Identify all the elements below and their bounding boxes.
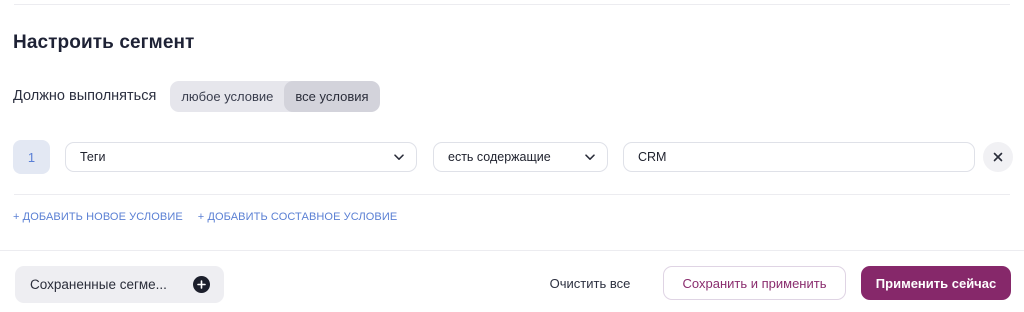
add-condition-links: + ДОБАВИТЬ НОВОЕ УСЛОВИЕ + ДОБАВИТЬ СОСТ…	[13, 211, 397, 223]
chevron-down-icon	[585, 152, 595, 162]
rule-number-badge: 1	[13, 140, 50, 174]
rule-operator-select[interactable]: есть содержащие	[433, 142, 608, 172]
close-icon	[993, 152, 1003, 162]
chevron-down-icon	[394, 152, 404, 162]
toggle-all-conditions[interactable]: все условия	[284, 80, 380, 112]
condition-mode-row: Должно выполняться любое условие все усл…	[13, 80, 380, 112]
toggle-any-condition[interactable]: любое условие	[170, 81, 284, 112]
rule-field-select[interactable]: Теги	[65, 142, 417, 172]
rule-field-value: Теги	[80, 150, 106, 164]
saved-segments-label: Сохраненные сегме...	[30, 277, 167, 292]
add-condition-link[interactable]: + ДОБАВИТЬ НОВОЕ УСЛОВИЕ	[13, 211, 183, 223]
condition-mode-label: Должно выполняться	[13, 88, 157, 104]
rule-row: 1 Теги есть содержащие	[13, 140, 1013, 174]
top-divider	[14, 4, 1010, 5]
page-title: Настроить сегмент	[13, 32, 195, 53]
remove-rule-button[interactable]	[983, 142, 1013, 172]
apply-now-button[interactable]: Применить сейчас	[861, 266, 1011, 300]
rules-divider	[14, 194, 1010, 195]
save-and-apply-button[interactable]: Сохранить и применить	[663, 266, 846, 300]
saved-segments-button[interactable]: Сохраненные сегме...	[15, 266, 224, 303]
rule-operator-value: есть содержащие	[448, 150, 551, 164]
clear-all-button[interactable]: Очистить все	[537, 266, 643, 300]
rule-value-input[interactable]	[623, 142, 975, 172]
plus-circle-icon	[193, 276, 210, 293]
add-compound-condition-link[interactable]: + ДОБАВИТЬ СОСТАВНОЕ УСЛОВИЕ	[198, 211, 398, 223]
condition-mode-toggle: любое условие все условия	[170, 80, 380, 112]
footer-divider	[0, 250, 1024, 251]
